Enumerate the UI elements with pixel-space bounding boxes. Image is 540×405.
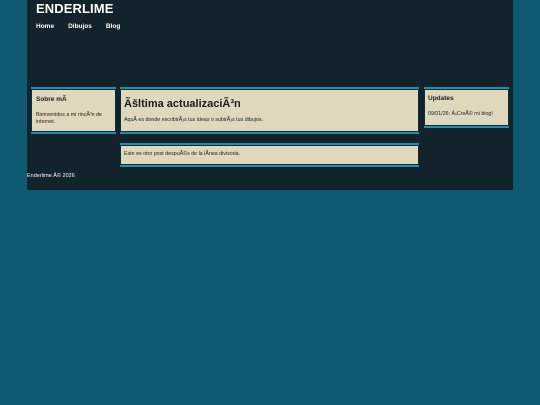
main-nav: Home Dibujos Blog bbox=[36, 23, 120, 30]
about-card: Sobre mÃ Bienvenidos a mi rincÃ³n de int… bbox=[31, 87, 116, 134]
updates-title: Updates bbox=[428, 95, 454, 102]
latest-post-card: Ãšltima actualizaciÃ³n AquÃ es donde esc… bbox=[120, 87, 419, 134]
site-title[interactable]: ENDERLIME bbox=[36, 1, 113, 16]
latest-post-text: AquÃ es donde escribirÃ¡s tus ideas o su… bbox=[124, 117, 263, 123]
about-title: Sobre mÃ bbox=[36, 96, 67, 103]
updates-text: 09/01/26: Â¡CreÃ© mi blog! bbox=[428, 111, 493, 117]
nav-dibujos-link[interactable]: Dibujos bbox=[68, 23, 92, 30]
nav-blog-link[interactable]: Blog bbox=[106, 23, 120, 30]
second-post-text: Este es otro post despuÃ©s de la lÃnea d… bbox=[124, 151, 241, 157]
updates-card: Updates 09/01/26: Â¡CreÃ© mi blog! bbox=[424, 87, 509, 128]
nav-home-link[interactable]: Home bbox=[36, 23, 54, 30]
latest-post-title: Ãšltima actualizaciÃ³n bbox=[124, 98, 241, 110]
second-post-card: Este es otro post despuÃ©s de la lÃnea d… bbox=[120, 143, 419, 167]
about-text: Bienvenidos a mi rincÃ³n de internet. bbox=[36, 112, 102, 126]
footer-text: Enderlime Â© 2026 bbox=[27, 173, 75, 179]
